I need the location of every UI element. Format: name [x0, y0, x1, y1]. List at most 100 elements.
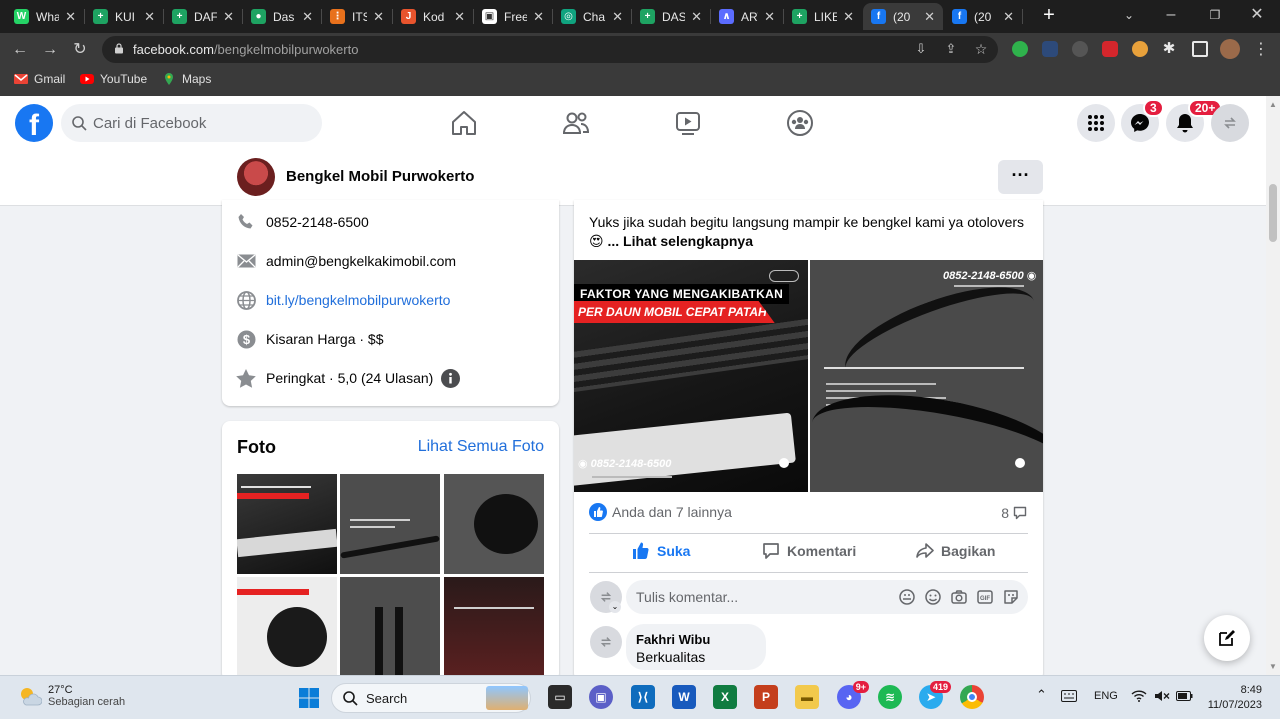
battery-icon[interactable]	[1176, 691, 1193, 701]
minimize-icon[interactable]: –	[1160, 4, 1182, 26]
profile-avatar[interactable]	[1220, 39, 1240, 59]
taskbar-search[interactable]: Search	[331, 683, 531, 713]
chevron-up-icon[interactable]: ⌃	[1036, 687, 1047, 703]
tab-close-icon[interactable]: ✕	[144, 9, 155, 25]
scroll-up-icon[interactable]: ▲	[1269, 100, 1277, 109]
photo-thumbnail[interactable]	[444, 474, 544, 574]
tab-close-icon[interactable]: ✕	[764, 9, 775, 25]
notifications-button[interactable]: 20+	[1166, 99, 1223, 142]
gif-icon[interactable]: GIF	[976, 588, 994, 606]
browser-tab[interactable]: + DAS ✕	[632, 3, 710, 30]
sticker-icon[interactable]	[1002, 588, 1020, 606]
tab-close-icon[interactable]: ✕	[843, 9, 854, 25]
browser-tab[interactable]: f (20 ✕	[944, 3, 1022, 30]
facebook-logo-icon[interactable]: f	[15, 104, 53, 142]
back-icon[interactable]: ←	[9, 39, 31, 61]
excel-icon[interactable]: X	[713, 685, 737, 709]
page-scrollbar[interactable]: ▲ ▼	[1266, 96, 1280, 675]
extension-icon[interactable]	[1132, 41, 1148, 57]
friends-icon[interactable]	[561, 108, 591, 138]
comment-author-avatar[interactable]	[590, 626, 622, 658]
avatar-sticker-icon[interactable]	[898, 588, 916, 606]
tab-search-icon[interactable]: ⌄	[1118, 4, 1140, 26]
reload-icon[interactable]: ↻	[69, 39, 91, 61]
file-explorer-icon[interactable]: ▬	[795, 685, 819, 709]
browser-tab[interactable]: ◎ Cha ✕	[553, 3, 631, 30]
word-icon[interactable]: W	[672, 685, 696, 709]
language-indicator[interactable]: ENG	[1094, 690, 1118, 702]
groups-icon[interactable]	[785, 108, 815, 138]
chevron-down-icon[interactable]: ⌄	[609, 601, 621, 613]
tab-close-icon[interactable]: ✕	[223, 9, 234, 25]
weather-widget[interactable]: 27°C Sebagian cerah	[18, 684, 125, 708]
search-input[interactable]	[93, 104, 313, 142]
extension-icon[interactable]	[1102, 41, 1118, 57]
restore-icon[interactable]: ❐	[1204, 4, 1226, 26]
windows-start-icon[interactable]	[298, 687, 320, 709]
camera-icon[interactable]	[950, 588, 968, 606]
photo-thumbnail[interactable]	[237, 474, 337, 574]
spotify-icon[interactable]: ≋	[878, 685, 902, 709]
like-button[interactable]: Suka	[632, 542, 690, 560]
messenger-button[interactable]: 3	[1121, 99, 1164, 142]
comment-input[interactable]	[636, 580, 886, 614]
watch-video-icon[interactable]	[673, 108, 703, 138]
tab-close-icon[interactable]: ✕	[691, 9, 702, 25]
discord-icon[interactable]: ◕ 9+	[837, 681, 869, 709]
see-more-link[interactable]: ... Lihat selengkapnya	[608, 233, 754, 249]
bookmark-youtube[interactable]: YouTube	[80, 72, 147, 86]
address-bar[interactable]: facebook.com/bengkelmobilpurwokerto ⇩ ⇪ …	[102, 36, 998, 63]
tab-close-icon[interactable]: ✕	[65, 9, 76, 25]
browser-tab[interactable]: + DAF ✕	[164, 3, 242, 30]
browser-tab[interactable]: ⋮ ITS ✕	[322, 3, 392, 30]
task-view-icon[interactable]: ▭	[548, 685, 572, 709]
scrollbar-thumb[interactable]	[1269, 184, 1277, 242]
install-icon[interactable]: ⇩	[910, 38, 932, 60]
menu-grid-button[interactable]	[1077, 104, 1115, 142]
tab-close-icon[interactable]: ✕	[454, 9, 465, 25]
comment-count[interactable]: 8	[1001, 505, 1027, 521]
tab-close-icon[interactable]: ✕	[533, 9, 544, 25]
browser-tab[interactable]: ∧ ART ✕	[711, 3, 783, 30]
post-image-2[interactable]: 0852-2148-6500 ◉	[810, 260, 1043, 492]
menu-kebab-icon[interactable]: ⋮	[1250, 39, 1272, 61]
keyboard-icon[interactable]	[1061, 690, 1077, 702]
powerpoint-icon[interactable]: P	[754, 685, 778, 709]
post-image-1[interactable]: FAKTOR YANG MENGAKIBATKAN PER DAUN MOBIL…	[574, 260, 808, 492]
side-panel-icon[interactable]	[1192, 41, 1208, 57]
page-avatar[interactable]	[237, 158, 275, 196]
info-icon[interactable]	[441, 368, 461, 388]
extensions-puzzle-icon[interactable]: ✱	[1158, 38, 1180, 60]
new-tab-icon[interactable]: +	[1038, 4, 1060, 26]
photo-thumbnail[interactable]	[444, 577, 544, 677]
extension-icon[interactable]	[1072, 41, 1088, 57]
commenter-avatar[interactable]: ⌄	[590, 581, 622, 613]
bookmark-gmail[interactable]: Gmail	[14, 72, 65, 86]
search-box[interactable]	[61, 104, 322, 142]
scroll-down-icon[interactable]: ▼	[1269, 662, 1277, 671]
comment-button[interactable]: Komentari	[762, 542, 856, 560]
extension-icon[interactable]	[1012, 41, 1028, 57]
share-icon[interactable]: ⇪	[940, 38, 962, 60]
reactions-summary[interactable]: Anda dan 7 lainnya	[589, 503, 732, 521]
photo-thumbnail[interactable]	[340, 577, 440, 677]
volume-muted-icon[interactable]	[1154, 689, 1170, 703]
browser-tab[interactable]: J Kod ✕	[393, 3, 473, 30]
extension-icon[interactable]	[1042, 41, 1058, 57]
tab-close-icon[interactable]: ✕	[373, 9, 384, 25]
browser-tab[interactable]: ▣ Free ✕	[474, 3, 552, 30]
bookmark-maps[interactable]: Maps	[162, 72, 211, 86]
photo-thumbnail[interactable]	[237, 577, 337, 677]
browser-tab[interactable]: W WhatsApp ✕	[6, 3, 84, 30]
more-options-button[interactable]: ···	[998, 160, 1043, 194]
close-window-icon[interactable]: ✕	[1246, 4, 1268, 26]
page-title[interactable]: Bengkel Mobil Purwokerto	[286, 168, 474, 185]
browser-tab[interactable]: + LIKE ✕	[784, 3, 862, 30]
website-link[interactable]: bit.ly/bengkelmobilpurwokerto	[266, 292, 450, 308]
tab-close-icon[interactable]: ✕	[612, 9, 623, 25]
browser-tab[interactable]: + KUI ✕	[85, 3, 163, 30]
comment-author-name[interactable]: Fakhri Wibu	[636, 632, 710, 647]
telegram-icon[interactable]: ➤ 419	[919, 681, 951, 709]
forward-icon[interactable]: →	[39, 39, 61, 61]
system-clock[interactable]: 8:49 11/07/2023	[1208, 683, 1262, 713]
